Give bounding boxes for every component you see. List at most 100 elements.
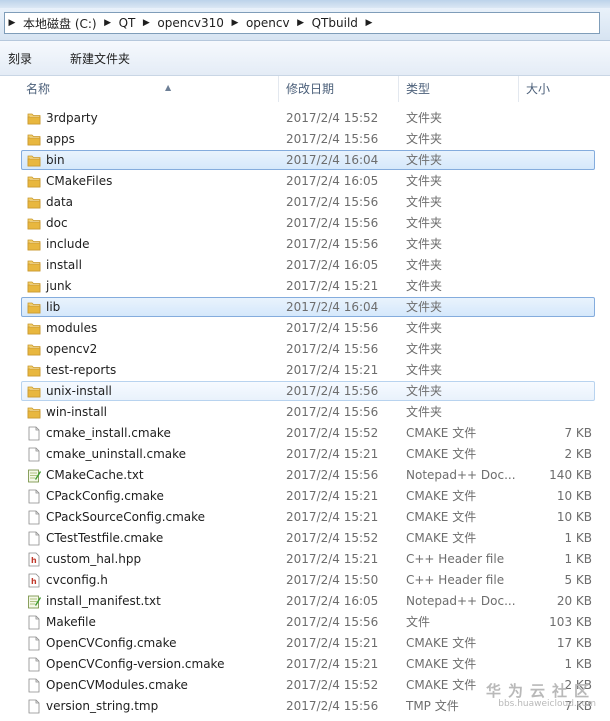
file-row[interactable]: CMakeFiles 2017/2/4 16:05 文件夹	[0, 171, 610, 192]
file-row[interactable]: test-reports 2017/2/4 15:21 文件夹	[0, 360, 610, 381]
file-name: CTestTestfile.cmake	[46, 531, 164, 545]
file-icon	[27, 699, 41, 714]
file-row[interactable]: doc 2017/2/4 15:56 文件夹	[0, 213, 610, 234]
file-type: 文件夹	[406, 237, 443, 251]
file-name: modules	[46, 321, 98, 335]
file-date: 2017/2/4 15:56	[286, 342, 379, 356]
file-type: 文件夹	[406, 174, 443, 188]
folder-icon	[27, 111, 41, 126]
file-row[interactable]: OpenCVConfig-version.cmake 2017/2/4 15:21…	[0, 654, 610, 675]
file-date: 2017/2/4 16:04	[286, 300, 379, 314]
breadcrumb-chevron-icon[interactable]: ▶	[139, 18, 153, 28]
file-name: version_string.tmp	[46, 699, 159, 713]
file-type: C++ Header file	[406, 552, 505, 566]
file-row[interactable]: modules 2017/2/4 15:56 文件夹	[0, 318, 610, 339]
breadcrumb-chevron-icon[interactable]: ▶	[294, 18, 308, 28]
file-icon	[27, 510, 41, 525]
breadcrumb-item-opencv[interactable]: opencv	[242, 16, 294, 30]
file-date: 2017/2/4 15:56	[286, 195, 379, 209]
cpp-header-file-icon: h	[27, 573, 41, 588]
file-name: CMakeFiles	[46, 174, 113, 188]
file-icon	[27, 531, 41, 546]
file-row[interactable]: CTestTestfile.cmake 2017/2/4 15:52 CMAKE 文…	[0, 528, 610, 549]
command-toolbar: 刻录 新建文件夹	[0, 41, 610, 76]
breadcrumb-item-drive[interactable]: 本地磁盘 (C:)	[19, 15, 101, 32]
notepad-file-icon	[27, 594, 41, 609]
file-date: 2017/2/4 15:52	[286, 678, 379, 692]
column-header-type[interactable]: 类型	[400, 76, 519, 102]
file-name: CMakeCache.txt	[46, 468, 144, 482]
file-type: 文件夹	[406, 216, 443, 230]
file-row[interactable]: lib 2017/2/4 16:04 文件夹	[0, 297, 610, 318]
file-row[interactable]: install_manifest.txt 2017/2/4 16:05 Notepa…	[0, 591, 610, 612]
file-row[interactable]: win-install 2017/2/4 15:56 文件夹	[0, 402, 610, 423]
file-row[interactable]: CMakeCache.txt 2017/2/4 15:56 Notepad++ Do…	[0, 465, 610, 486]
file-type: 文件夹	[406, 384, 443, 398]
file-date: 2017/2/4 15:21	[286, 279, 379, 293]
file-type: CMAKE 文件	[406, 636, 477, 650]
file-date: 2017/2/4 15:21	[286, 447, 379, 461]
sort-ascending-icon: ▲	[165, 83, 172, 92]
file-row[interactable]: include 2017/2/4 15:56 文件夹	[0, 234, 610, 255]
burn-button[interactable]: 刻录	[0, 50, 40, 67]
file-date: 2017/2/4 15:21	[286, 552, 379, 566]
file-icon	[27, 447, 41, 462]
file-type: TMP 文件	[406, 699, 459, 713]
file-name: OpenCVModules.cmake	[46, 678, 188, 692]
file-row[interactable]: install 2017/2/4 16:05 文件夹	[0, 255, 610, 276]
file-row[interactable]: opencv2 2017/2/4 15:56 文件夹	[0, 339, 610, 360]
file-name: include	[46, 237, 90, 251]
file-date: 2017/2/4 15:21	[286, 489, 379, 503]
breadcrumb-chevron-icon[interactable]: ▶	[101, 18, 115, 28]
svg-text:h: h	[31, 577, 37, 586]
file-row[interactable]: cmake_install.cmake 2017/2/4 15:52 CMAKE 文…	[0, 423, 610, 444]
file-date: 2017/2/4 15:52	[286, 531, 379, 545]
breadcrumb-item-opencv310[interactable]: opencv310	[153, 16, 228, 30]
file-row[interactable]: bin 2017/2/4 16:04 文件夹	[0, 150, 610, 171]
column-header-date[interactable]: 修改日期	[280, 76, 399, 102]
breadcrumb-chevron-icon[interactable]: ▶	[228, 18, 242, 28]
folder-icon	[27, 405, 41, 420]
file-size: 1 KB	[564, 552, 592, 566]
breadcrumb-root-chevron-icon[interactable]: ▶	[5, 18, 19, 28]
file-row[interactable]: cmake_uninstall.cmake 2017/2/4 15:21 CMAKE…	[0, 444, 610, 465]
file-size: 1 KB	[564, 531, 592, 545]
file-row[interactable]: junk 2017/2/4 15:21 文件夹	[0, 276, 610, 297]
file-name: install_manifest.txt	[46, 594, 161, 608]
file-icon	[27, 489, 41, 504]
svg-text:h: h	[31, 556, 37, 565]
file-row[interactable]: CPackConfig.cmake 2017/2/4 15:21 CMAKE 文件 1…	[0, 486, 610, 507]
breadcrumb-item-qtbuild[interactable]: QTbuild	[308, 16, 362, 30]
column-header-size[interactable]: 大小	[520, 76, 610, 102]
file-name: data	[46, 195, 74, 209]
file-date: 2017/2/4 16:04	[286, 153, 379, 167]
new-folder-button[interactable]: 新建文件夹	[62, 50, 138, 67]
file-row[interactable]: unix-install 2017/2/4 15:56 文件夹	[0, 381, 610, 402]
file-date: 2017/2/4 15:56	[286, 216, 379, 230]
column-header-name[interactable]: 名称 ▲	[20, 76, 279, 102]
file-size: 10 KB	[556, 510, 592, 524]
file-row[interactable]: data 2017/2/4 15:56 文件夹	[0, 192, 610, 213]
file-row[interactable]: CPackSourceConfig.cmake 2017/2/4 15:21 CMA…	[0, 507, 610, 528]
file-date: 2017/2/4 15:56	[286, 615, 379, 629]
file-date: 2017/2/4 15:56	[286, 321, 379, 335]
file-row[interactable]: h cvconfig.h 2017/2/4 15:50 C++ Header file…	[0, 570, 610, 591]
file-row[interactable]: 3rdparty 2017/2/4 15:52 文件夹	[0, 108, 610, 129]
file-date: 2017/2/4 15:56	[286, 468, 379, 482]
file-date: 2017/2/4 16:05	[286, 258, 379, 272]
breadcrumb-chevron-icon[interactable]: ▶	[362, 18, 376, 28]
file-type: CMAKE 文件	[406, 678, 477, 692]
file-date: 2017/2/4 16:05	[286, 174, 379, 188]
file-row[interactable]: Makefile 2017/2/4 15:56 文件 103 KB	[0, 612, 610, 633]
notepad-file-icon	[27, 468, 41, 483]
breadcrumb-item-qt[interactable]: QT	[115, 16, 140, 30]
breadcrumb[interactable]: ▶ 本地磁盘 (C:) ▶ QT ▶ opencv310 ▶ opencv ▶ …	[4, 12, 600, 34]
file-type: 文件夹	[406, 300, 443, 314]
column-header-size-label: 大小	[526, 82, 551, 96]
file-row[interactable]: apps 2017/2/4 15:56 文件夹	[0, 129, 610, 150]
file-name: Makefile	[46, 615, 96, 629]
file-type: 文件夹	[406, 153, 443, 167]
file-row[interactable]: h custom_hal.hpp 2017/2/4 15:21 C++ Header …	[0, 549, 610, 570]
file-row[interactable]: OpenCVConfig.cmake 2017/2/4 15:21 CMAKE 文件…	[0, 633, 610, 654]
folder-icon	[27, 300, 41, 315]
